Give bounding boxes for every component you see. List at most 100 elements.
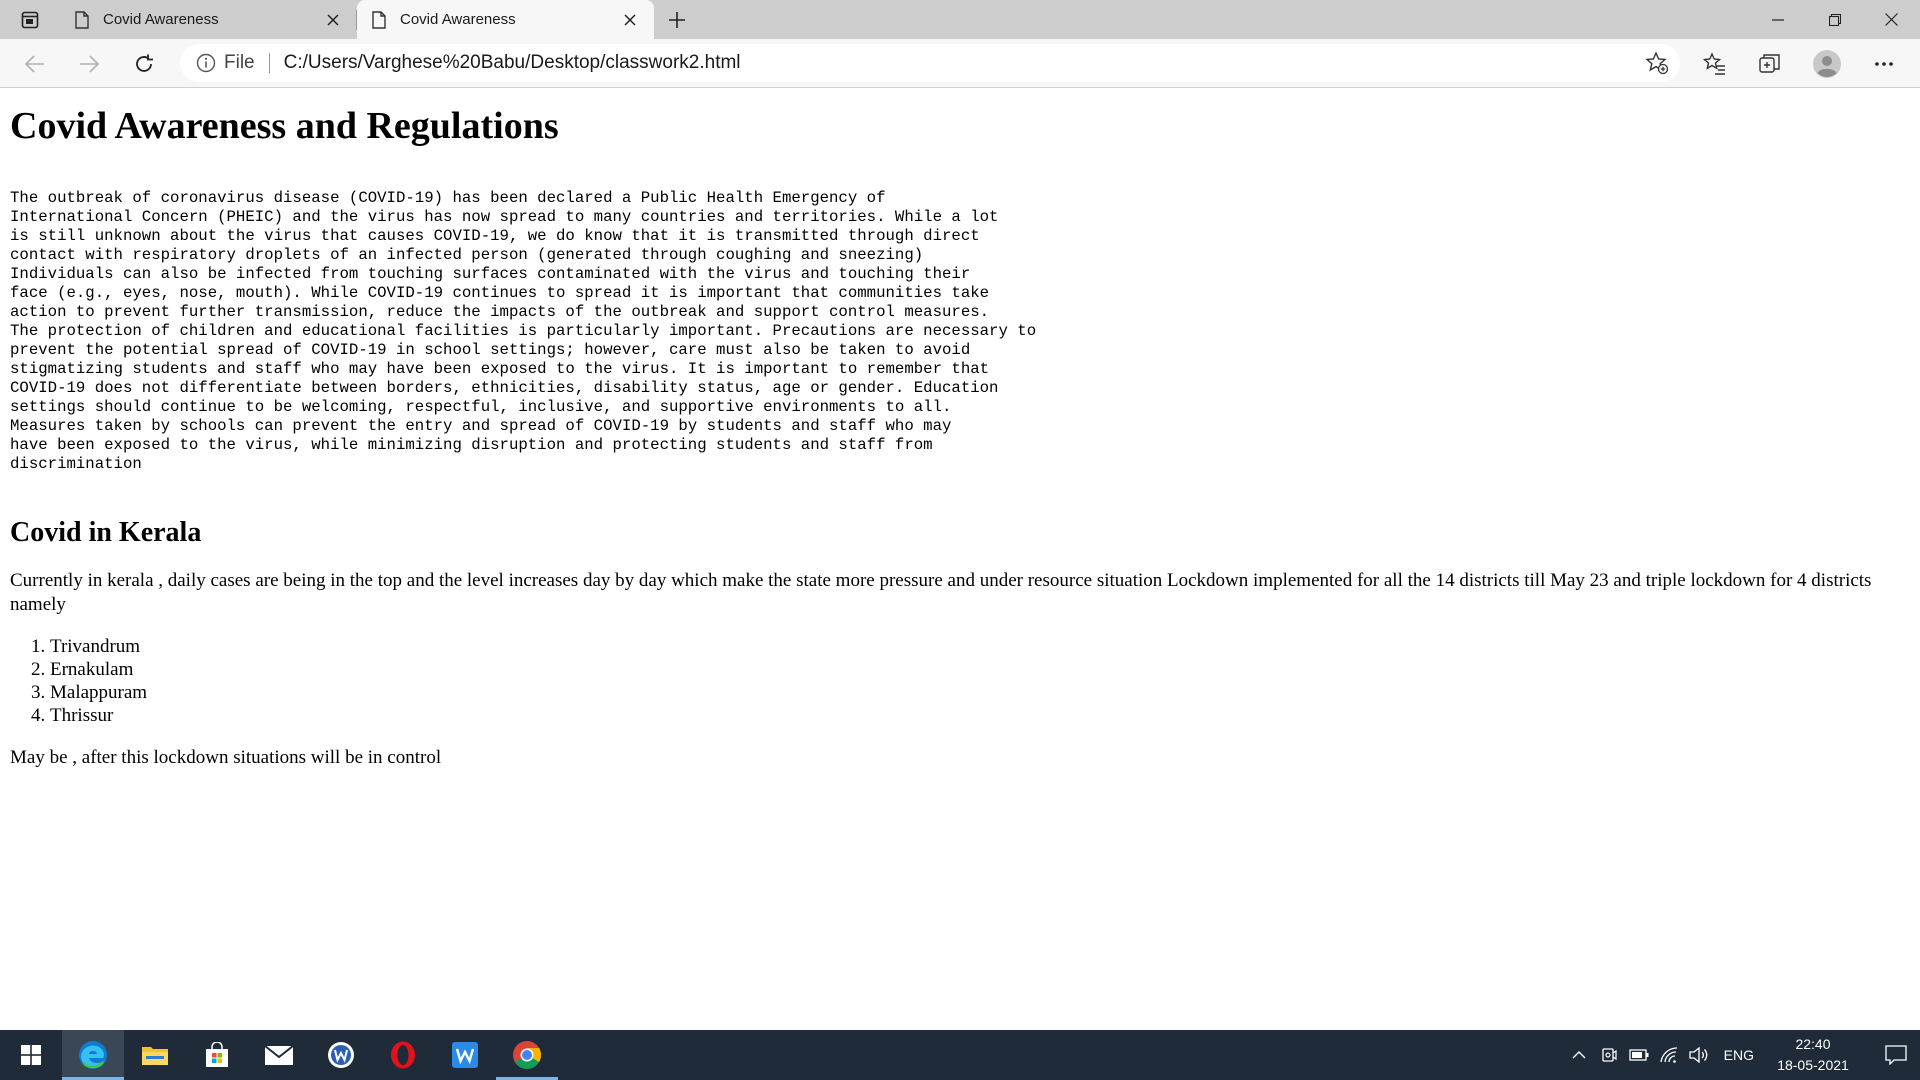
notification-icon bbox=[1885, 1045, 1907, 1065]
folder-icon bbox=[142, 1047, 168, 1065]
district-item: Trivandrum bbox=[50, 635, 1910, 658]
window-controls bbox=[1749, 0, 1920, 39]
tab-covid-awareness-2[interactable]: Covid Awareness bbox=[357, 0, 654, 39]
kerala-paragraph: Currently in kerala , daily cases are be… bbox=[10, 570, 1872, 615]
favorites-button[interactable] bbox=[1698, 47, 1732, 81]
tab-strip: Covid Awareness Covid Awareness bbox=[0, 0, 1920, 39]
intro-line: stigmatizing students and staff who may … bbox=[10, 360, 990, 378]
opera-icon bbox=[391, 1041, 415, 1069]
plus-icon bbox=[669, 11, 685, 28]
edge-icon bbox=[79, 1041, 107, 1069]
taskbar-app-blue-w[interactable] bbox=[434, 1030, 496, 1080]
close-tab-icon[interactable] bbox=[323, 10, 343, 30]
star-add-icon bbox=[1645, 51, 1669, 75]
intro-line: COVID-19 does not differentiate between … bbox=[10, 379, 999, 397]
arrow-right-icon bbox=[80, 55, 99, 73]
taskbar-mail[interactable] bbox=[248, 1030, 310, 1080]
clock-date: 18-05-2021 bbox=[1777, 1057, 1849, 1073]
intro-line: action to prevent further transmission, … bbox=[10, 303, 990, 321]
close-window-button[interactable] bbox=[1863, 0, 1920, 39]
tab-title: Covid Awareness bbox=[400, 11, 516, 28]
intro-line: settings should continue to be welcoming… bbox=[10, 398, 952, 416]
network-button[interactable] bbox=[1657, 1030, 1681, 1080]
meet-now-button[interactable] bbox=[1597, 1030, 1621, 1080]
intro-line: The protection of children and education… bbox=[10, 322, 1037, 340]
back-button[interactable] bbox=[18, 47, 52, 81]
notifications-button[interactable] bbox=[1872, 1030, 1920, 1080]
wifi-icon bbox=[1660, 1047, 1677, 1063]
page-content: Covid Awareness and Regulations The outb… bbox=[10, 88, 1910, 770]
intro-preformatted-text: The outbreak of coronavirus disease (COV… bbox=[10, 189, 1910, 474]
speaker-icon bbox=[1689, 1047, 1707, 1063]
closing-paragraph: May be , after this lockdown situations … bbox=[10, 747, 442, 768]
address-separator bbox=[268, 53, 270, 73]
refresh-button[interactable] bbox=[127, 47, 161, 81]
taskbar-store[interactable] bbox=[186, 1030, 248, 1080]
taskbar-edge[interactable] bbox=[62, 1030, 124, 1080]
new-tab-button[interactable] bbox=[654, 0, 700, 39]
taskbar-file-explorer[interactable] bbox=[124, 1030, 186, 1080]
volume-button[interactable] bbox=[1687, 1030, 1711, 1080]
page-title: Covid Awareness and Regulations bbox=[10, 105, 559, 147]
store-icon bbox=[206, 1042, 228, 1067]
intro-line: The outbreak of coronavirus disease (COV… bbox=[10, 189, 886, 207]
add-favorite-button[interactable] bbox=[1644, 50, 1670, 76]
battery-button[interactable] bbox=[1627, 1030, 1651, 1080]
restore-icon bbox=[1828, 13, 1841, 26]
profile-button[interactable] bbox=[1810, 47, 1844, 81]
taskbar-app-w[interactable] bbox=[310, 1030, 372, 1080]
taskbar-chrome[interactable] bbox=[496, 1030, 558, 1080]
intro-line: Measures taken by schools can prevent th… bbox=[10, 417, 952, 435]
section-title: Covid in Kerala bbox=[10, 517, 202, 548]
refresh-icon bbox=[136, 54, 153, 72]
more-icon bbox=[1875, 62, 1893, 66]
tab-actions-icon bbox=[21, 11, 39, 28]
avatar bbox=[1813, 50, 1841, 78]
blue-w-icon bbox=[452, 1042, 478, 1068]
tab-actions-button[interactable] bbox=[0, 0, 60, 39]
close-tab-icon[interactable] bbox=[620, 10, 640, 30]
clock-time: 22:40 bbox=[1795, 1036, 1831, 1052]
mail-icon bbox=[264, 1045, 294, 1065]
tab-covid-awareness-1[interactable]: Covid Awareness bbox=[60, 0, 357, 39]
info-icon bbox=[196, 53, 216, 73]
district-item: Thrissur bbox=[50, 704, 1910, 727]
minimize-button[interactable] bbox=[1749, 0, 1806, 39]
clock[interactable]: 22:40 18-05-2021 bbox=[1768, 1034, 1858, 1076]
input-language[interactable]: ENG bbox=[1724, 1047, 1754, 1063]
intro-line: discrimination bbox=[10, 455, 142, 473]
start-button[interactable] bbox=[0, 1030, 62, 1080]
arrow-left-icon bbox=[25, 55, 44, 73]
intro-line: contact with respiratory droplets of an … bbox=[10, 246, 924, 264]
page-icon bbox=[75, 10, 89, 29]
district-item: Malappuram bbox=[50, 681, 1910, 704]
intro-line: face (e.g., eyes, nose, mouth). While CO… bbox=[10, 284, 990, 302]
intro-line: have been exposed to the virus, while mi… bbox=[10, 436, 933, 454]
battery-icon bbox=[1629, 1049, 1649, 1061]
close-icon bbox=[1885, 13, 1898, 26]
favorites-icon bbox=[1703, 52, 1725, 75]
taskbar-opera[interactable] bbox=[372, 1030, 434, 1080]
intro-line: Individuals can also be infected from to… bbox=[10, 265, 971, 283]
settings-more-button[interactable] bbox=[1867, 47, 1901, 81]
collections-icon bbox=[1759, 54, 1780, 73]
address-bar[interactable]: File C:/Users/Varghese%20Babu/Desktop/cl… bbox=[180, 44, 1680, 82]
districts-list: Trivandrum Ernakulam Malappuram Thrissur bbox=[10, 635, 1910, 727]
intro-line: prevent the potential spread of COVID-19… bbox=[10, 341, 971, 359]
app-w-icon bbox=[328, 1042, 354, 1068]
district-item: Ernakulam bbox=[50, 658, 1910, 681]
forward-button[interactable] bbox=[72, 47, 106, 81]
url-text[interactable]: C:/Users/Varghese%20Babu/Desktop/classwo… bbox=[284, 52, 741, 74]
site-info-button[interactable]: File bbox=[180, 52, 255, 74]
tab-title: Covid Awareness bbox=[103, 11, 219, 28]
show-hidden-icons-button[interactable] bbox=[1567, 1030, 1591, 1080]
collections-button[interactable] bbox=[1753, 47, 1787, 81]
chrome-icon bbox=[513, 1041, 541, 1069]
browser-toolbar: File C:/Users/Varghese%20Babu/Desktop/cl… bbox=[0, 39, 1920, 88]
security-label: File bbox=[224, 52, 255, 73]
windows-icon bbox=[21, 1045, 41, 1065]
restore-button[interactable] bbox=[1806, 0, 1863, 39]
chevron-up-icon bbox=[1572, 1051, 1586, 1059]
taskbar: ENG 22:40 18-05-2021 bbox=[0, 1030, 1920, 1080]
intro-line: International Concern (PHEIC) and the vi… bbox=[10, 208, 999, 226]
